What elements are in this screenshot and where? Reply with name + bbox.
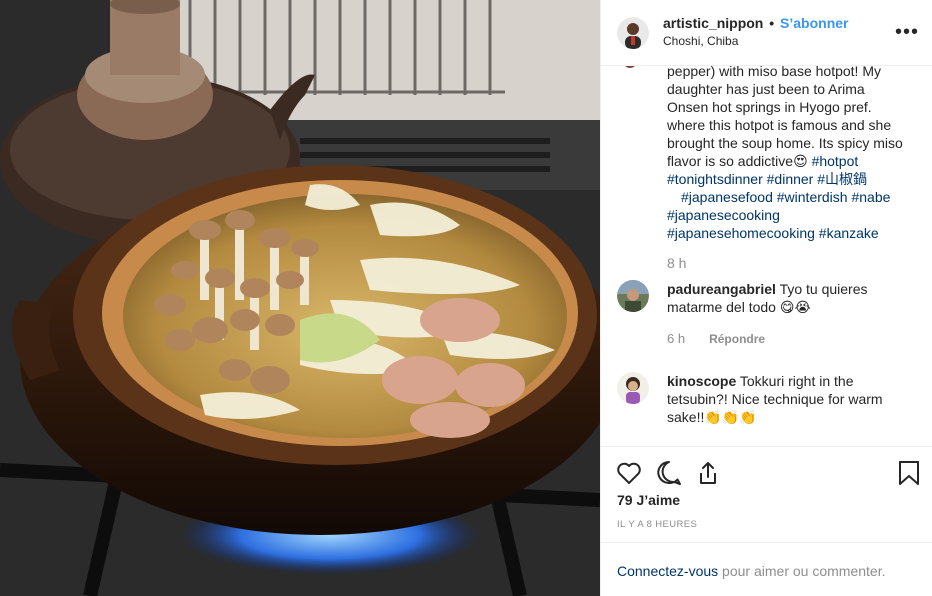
hashtag-link[interactable]: #japanesecooking — [667, 207, 780, 223]
caption-line: brought the soup home. Its spicy miso — [667, 135, 903, 151]
hashtag-link[interactable]: #kanzake — [819, 225, 879, 241]
hashtag-link[interactable]: #japanesefood — [681, 189, 773, 205]
caption-time[interactable]: 8 h — [667, 255, 686, 271]
caption-line: where this hotpot is famous and she — [667, 117, 892, 133]
comment-username[interactable]: padureangabriel — [667, 281, 776, 297]
hotpot-illustration — [0, 0, 600, 596]
comment-bubble-icon[interactable] — [655, 459, 683, 487]
commenter-avatar[interactable] — [617, 280, 649, 312]
comments-scroll[interactable]: pepper) with miso base hotpot! My daught… — [601, 66, 932, 446]
post-photo[interactable] — [0, 0, 600, 596]
comment-emoji: 😋😭 — [779, 299, 811, 315]
post-location[interactable]: Choshi, Chiba — [663, 33, 849, 50]
post-actions: 79 J’aime IL Y A 8 HEURES — [601, 446, 932, 542]
login-prompt-text: pour aimer ou commenter. — [718, 563, 886, 579]
follow-button[interactable]: S’abonner — [780, 15, 848, 31]
hashtag-link[interactable]: #山椒鍋 — [817, 171, 867, 187]
header-separator: • — [769, 15, 775, 31]
caption-line: pepper) with miso base hotpot! My — [667, 66, 881, 79]
caption-line: daughter has just been to Arima — [667, 81, 865, 97]
bookmark-icon[interactable] — [895, 459, 923, 487]
caption-line: flavor is so addictive — [667, 153, 794, 169]
hashtag-link[interactable]: #dinner — [767, 171, 814, 187]
hashtag-link[interactable]: #nabe — [851, 189, 890, 205]
more-options-icon[interactable]: ••• — [895, 22, 919, 42]
hashtag-link[interactable]: #japanesehomecooking — [667, 225, 815, 241]
caption-avatar — [623, 66, 637, 68]
login-prompt: Connectez-vous pour aimer ou commenter. — [601, 542, 932, 596]
login-link[interactable]: Connectez-vous — [617, 563, 718, 579]
hashtag-link[interactable]: #hotpot — [812, 153, 859, 169]
post-header: artistic_nippon • S’abonner Choshi, Chib… — [601, 0, 932, 66]
comment-time[interactable]: 6 h — [667, 331, 685, 346]
heart-icon[interactable] — [615, 459, 643, 487]
comment-username[interactable]: kinoscope — [667, 373, 736, 389]
hashtag-link[interactable]: #winterdish — [777, 189, 848, 205]
author-avatar[interactable] — [617, 16, 649, 49]
post-sidebar: artistic_nippon • S’abonner Choshi, Chib… — [600, 0, 932, 596]
likes-count[interactable]: 79 J’aime — [617, 492, 680, 508]
caption-line: Onsen hot springs in Hyogo pref. — [667, 99, 872, 115]
share-icon[interactable] — [694, 459, 722, 487]
reply-button[interactable]: Répondre — [709, 332, 765, 346]
heart-eyes-emoji: 😍 — [793, 153, 808, 169]
instagram-post: artistic_nippon • S’abonner Choshi, Chib… — [0, 0, 932, 596]
author-username[interactable]: artistic_nippon — [663, 15, 763, 31]
commenter-avatar[interactable] — [617, 372, 649, 404]
post-timestamp[interactable]: IL Y A 8 HEURES — [617, 519, 697, 530]
post-caption: pepper) with miso base hotpot! My daught… — [667, 66, 917, 242]
comment-emoji: 👏👏👏 — [704, 409, 757, 425]
comment-meta: 6 h Répondre — [667, 331, 765, 346]
hashtag-link[interactable]: #tonightsdinner — [667, 171, 763, 187]
